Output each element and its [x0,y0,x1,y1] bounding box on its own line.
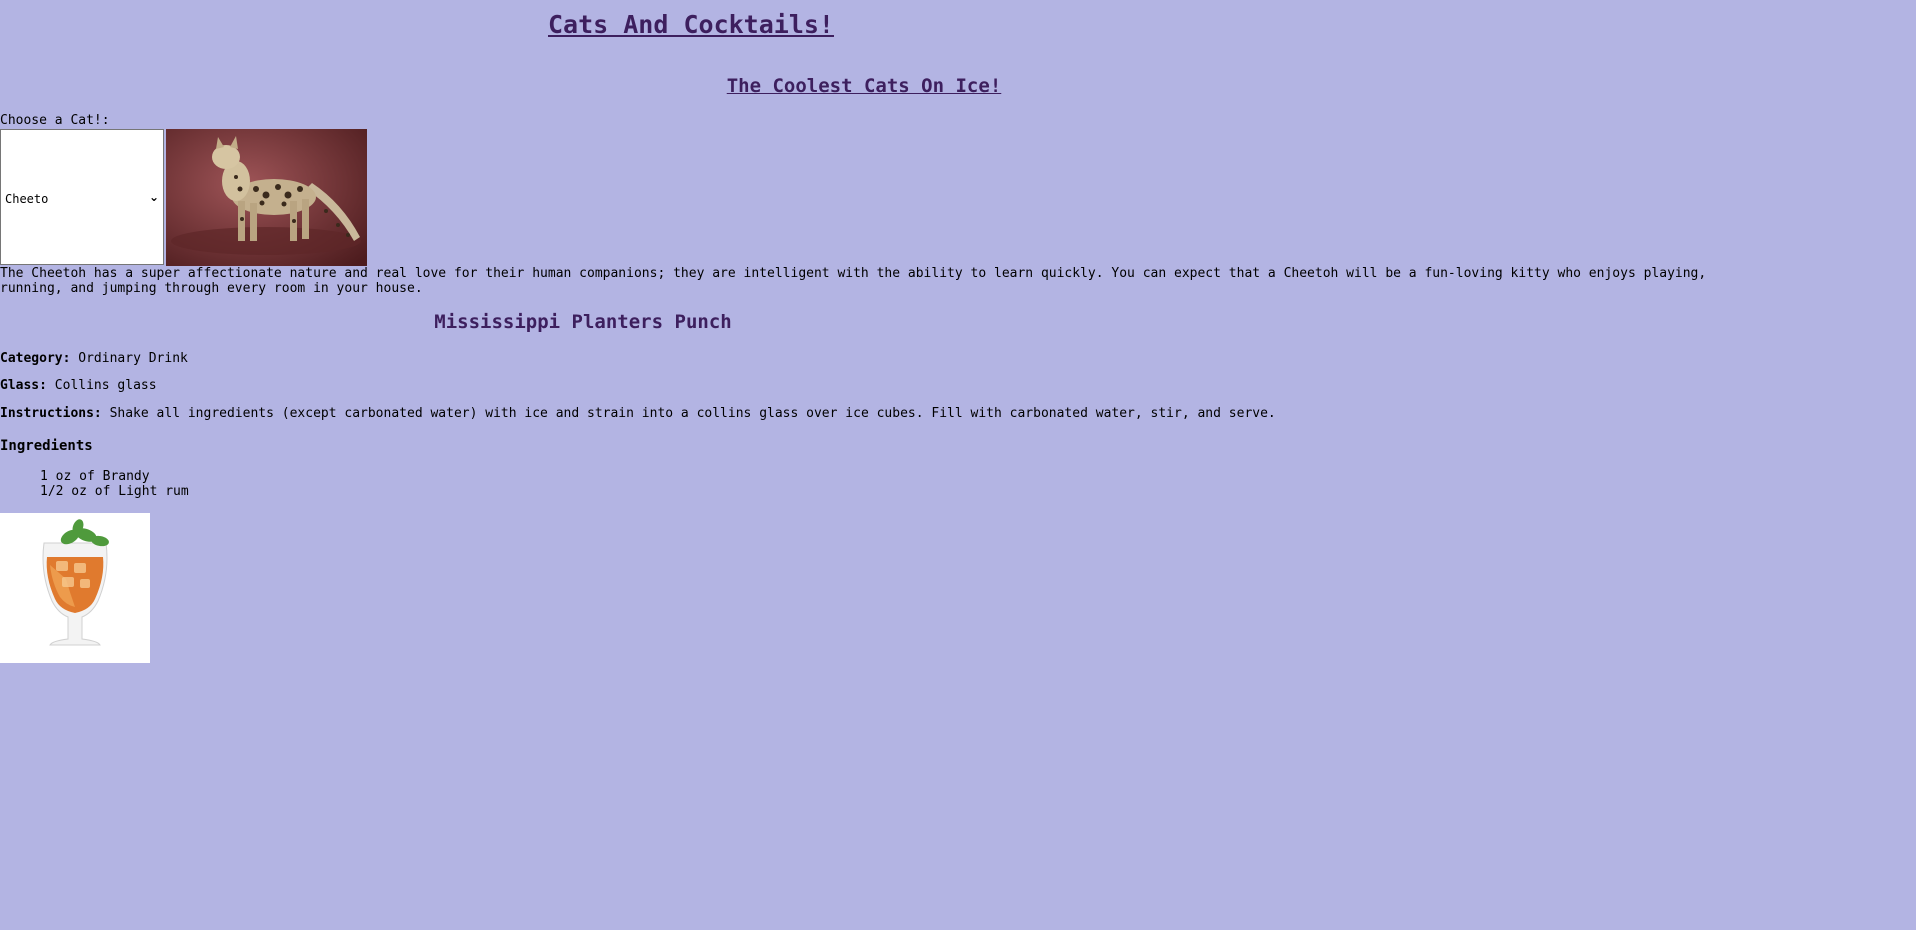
drink-name: Mississippi Planters Punch [434,311,732,333]
drink-image-graphic [0,513,150,663]
drink-category-label: Category: [0,351,71,366]
page-title: Cats And Cocktails! [548,10,834,39]
cat-select-value: Cheeto [5,192,49,206]
ingredient-item: 1 oz of Brandy [40,469,150,484]
drink-instructions: Instructions: Shake all ingredients (exc… [0,406,1276,421]
drink-glass: Glass: Collins glass [0,378,157,393]
page-subtitle: The Coolest Cats On Ice! [726,75,1002,97]
ingredients-list: 1 oz of Brandy 1/2 oz of Light rum [40,469,189,499]
drink-category-value: Ordinary Drink [78,351,188,366]
page: Cats And Cocktails! The Coolest Cats On … [0,0,1916,930]
ingredient-item: 1/2 oz of Light rum [40,484,189,499]
drink-image [0,513,150,663]
drink-instructions-value: Shake all ingredients (except carbonated… [109,406,1276,421]
drink-glass-label: Glass: [0,378,47,393]
cat-image-graphic [166,129,367,266]
cat-select-label: Choose a Cat!: [0,113,110,128]
cat-select[interactable]: Cheeto ⌄ [0,129,164,265]
cat-description: The Cheetoh has a super affectionate nat… [0,266,1707,296]
drink-instructions-label: Instructions: [0,406,102,421]
ingredients-heading: Ingredients [0,438,93,454]
cat-image [166,129,367,266]
drink-category: Category: Ordinary Drink [0,351,188,366]
chevron-down-icon: ⌄ [148,190,159,204]
drink-glass-value: Collins glass [54,378,157,393]
